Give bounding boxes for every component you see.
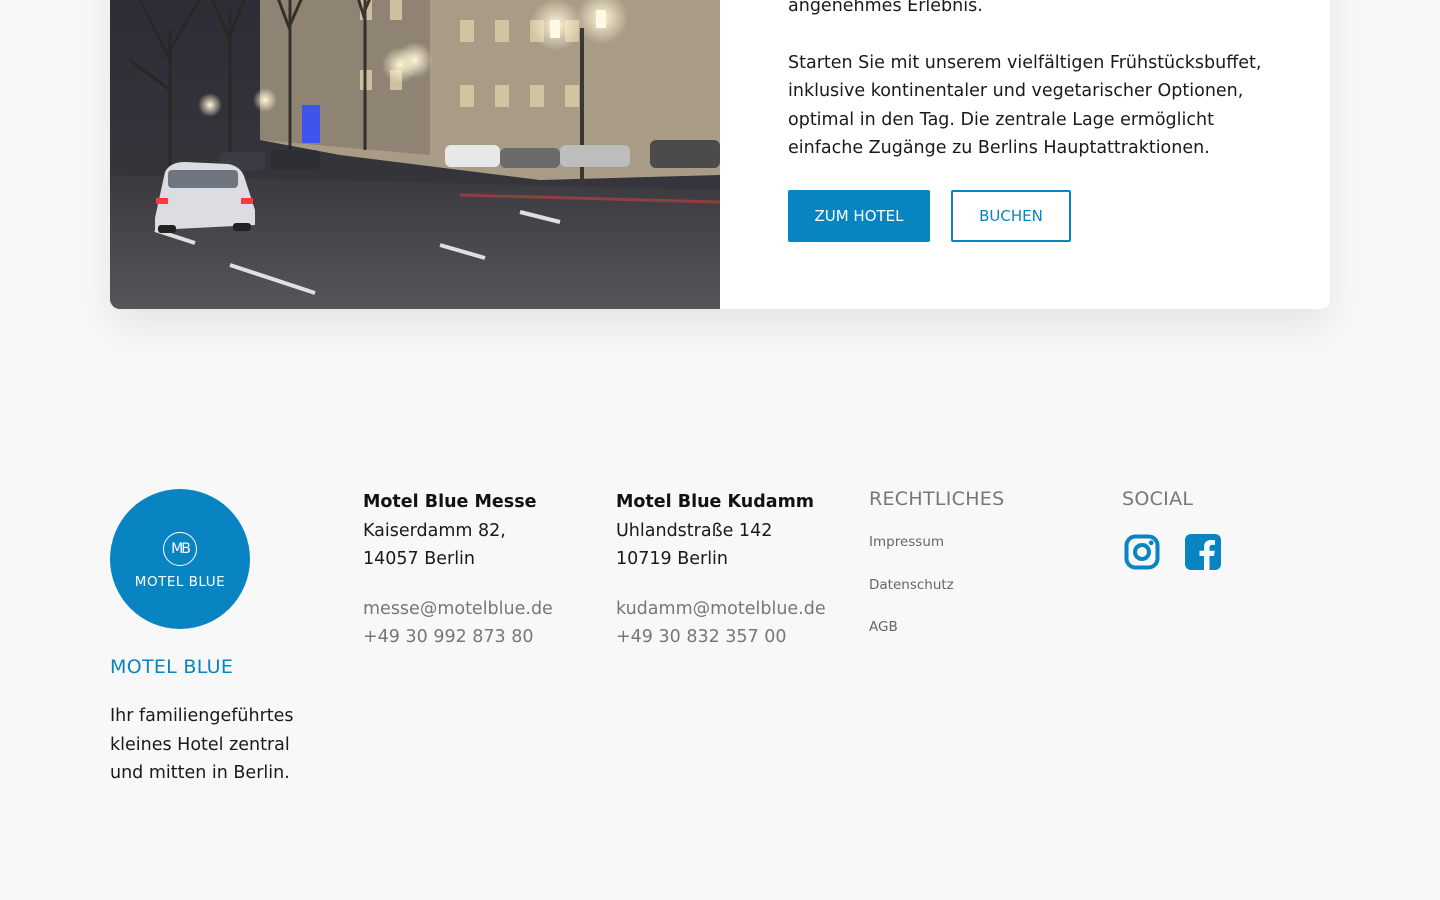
location-email-link[interactable]: kudamm@motelblue.de bbox=[616, 595, 826, 624]
logo-wordmark: MOTEL BLUE bbox=[134, 574, 226, 590]
impressum-link[interactable]: Impressum bbox=[869, 534, 954, 577]
location-messe: Motel Blue Messe Kaiserdamm 82, 14057 Be… bbox=[363, 488, 553, 652]
hotel-photo bbox=[110, 0, 720, 309]
location-street: Uhlandstraße 142 bbox=[616, 520, 773, 541]
hotel-description-tail: angenehmes Erlebnis. bbox=[788, 0, 983, 16]
location-name: Motel Blue Kudamm bbox=[616, 492, 815, 512]
agb-link[interactable]: AGB bbox=[869, 619, 954, 662]
hotel-actions: ZUM HOTEL BUCHEN bbox=[788, 190, 1071, 242]
hotel-card: angenehmes Erlebnis. Starten Sie mit uns… bbox=[110, 0, 1330, 309]
location-kudamm: Motel Blue Kudamm Uhlandstraße 142 10719… bbox=[616, 488, 826, 652]
legal-heading: RECHTLICHES bbox=[869, 488, 1005, 510]
brand-description: Ihr familiengeführtes kleines Hotel zent… bbox=[110, 706, 294, 783]
location-city: 14057 Berlin bbox=[363, 549, 476, 569]
motel-blue-logo[interactable]: MB MOTEL BLUE bbox=[110, 489, 250, 629]
zum-hotel-button[interactable]: ZUM HOTEL bbox=[788, 190, 930, 242]
instagram-icon[interactable] bbox=[1124, 534, 1160, 570]
location-email-link[interactable]: messe@motelblue.de bbox=[363, 595, 553, 624]
social-heading: SOCIAL bbox=[1122, 488, 1194, 510]
location-phone-link[interactable]: +49 30 992 873 80 bbox=[363, 623, 553, 652]
datenschutz-link[interactable]: Datenschutz bbox=[869, 577, 954, 620]
location-city: 10719 Berlin bbox=[616, 549, 729, 569]
legal-links: Impressum Datenschutz AGB bbox=[869, 534, 954, 662]
social-icons bbox=[1124, 534, 1221, 570]
buchen-button[interactable]: BUCHEN bbox=[951, 190, 1071, 242]
logo-monogram: MB bbox=[163, 532, 197, 566]
facebook-icon[interactable] bbox=[1185, 534, 1221, 570]
hotel-description-main: Starten Sie mit unserem vielfältigen Frü… bbox=[788, 52, 1262, 159]
location-phone-link[interactable]: +49 30 832 357 00 bbox=[616, 623, 826, 652]
site-footer: MB MOTEL BLUE MOTEL BLUE Ihr familiengef… bbox=[110, 488, 1330, 808]
location-street: Kaiserdamm 82, bbox=[363, 520, 506, 541]
location-name: Motel Blue Messe bbox=[363, 492, 537, 512]
hotel-description: angenehmes Erlebnis. Starten Sie mit uns… bbox=[788, 0, 1268, 163]
brand-title: MOTEL BLUE bbox=[110, 656, 234, 678]
